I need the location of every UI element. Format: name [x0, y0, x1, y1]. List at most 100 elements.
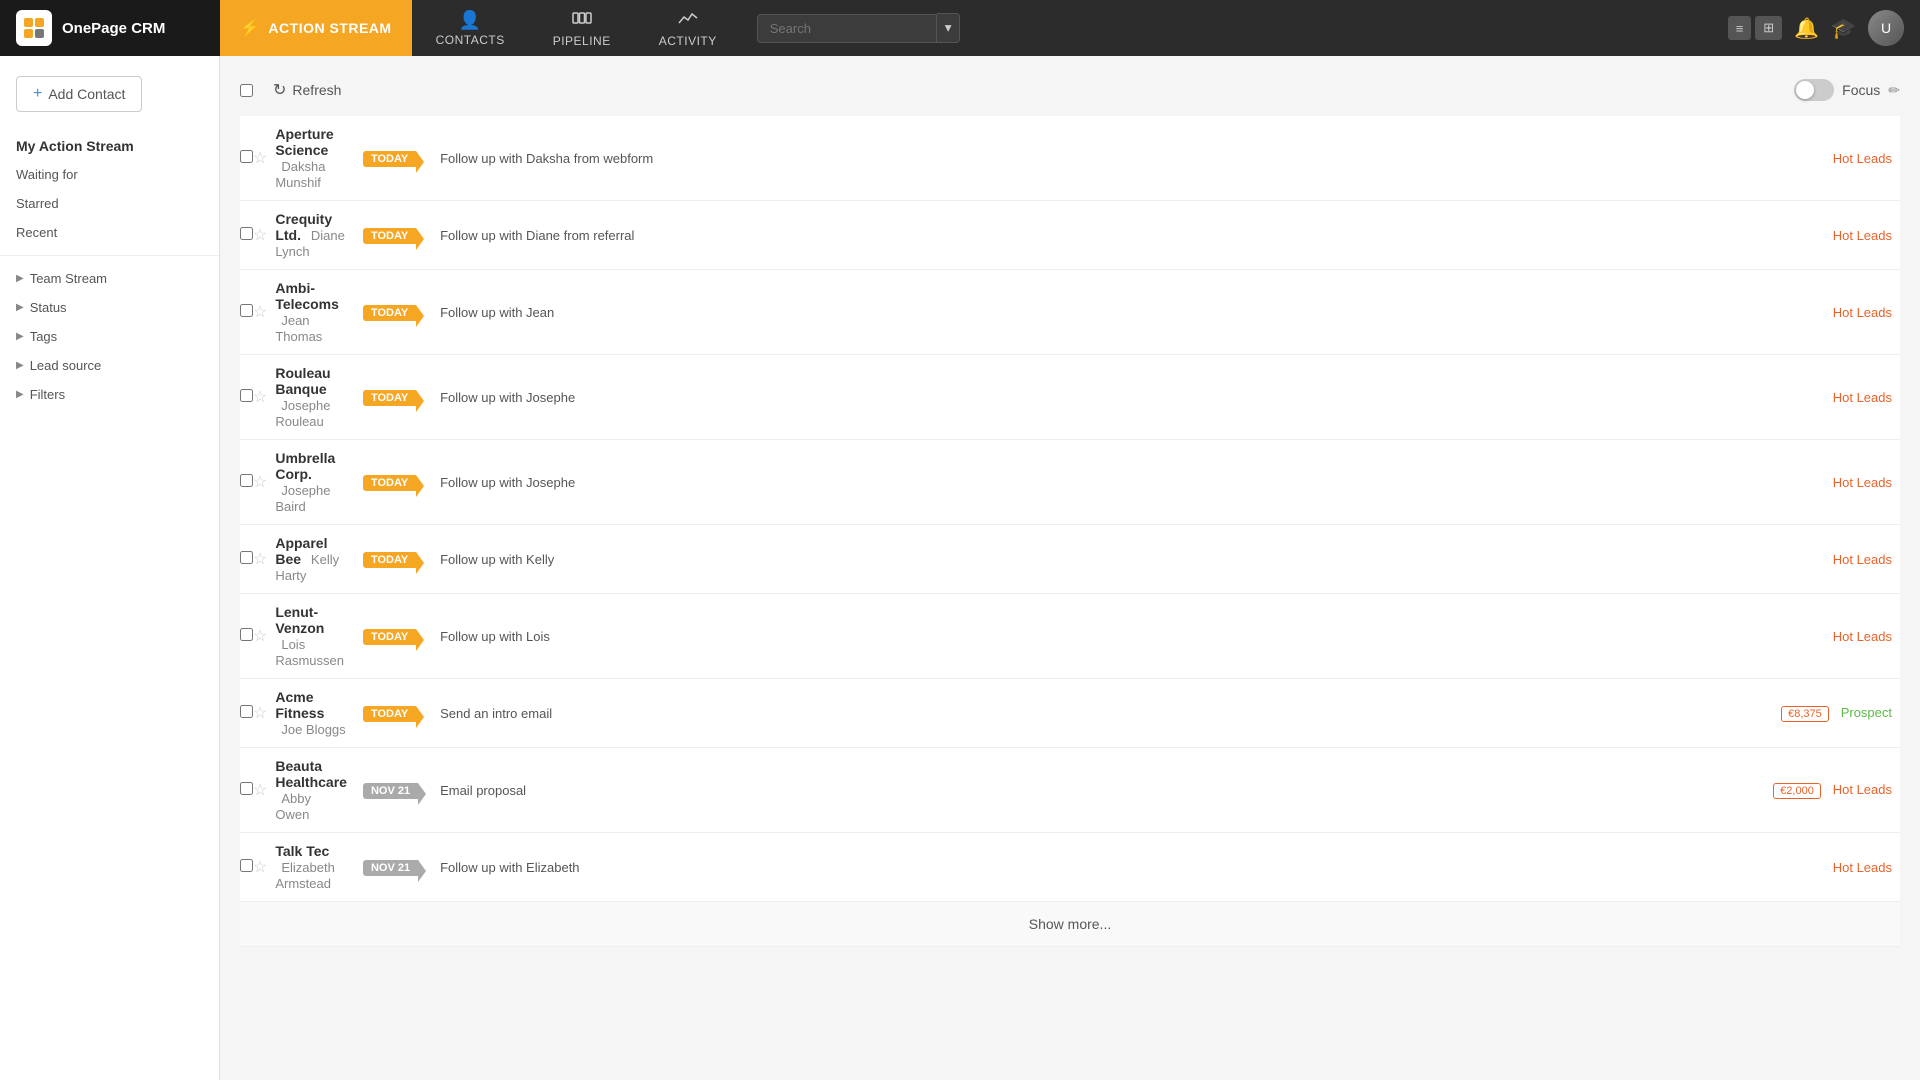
tab-contacts-label: CONTACTS [436, 33, 505, 47]
badge-cell: TODAY [355, 679, 432, 748]
sidebar-item-lead-source[interactable]: ▶ Lead source [0, 351, 219, 380]
tab-pipeline-label: PIPELINE [553, 34, 611, 48]
table-row: ☆ Beauta Healthcare Abby Owen NOV 21 Ema… [240, 748, 1900, 833]
team-stream-arrow-icon: ▶ [16, 273, 24, 284]
action-text: Follow up with Elizabeth [440, 860, 579, 875]
tag-label[interactable]: Hot Leads [1833, 860, 1892, 875]
tag-label[interactable]: Hot Leads [1833, 228, 1892, 243]
tag-cell: Hot Leads [1765, 833, 1900, 902]
row-checkbox[interactable] [240, 150, 253, 163]
logo-area: OnePage CRM [0, 0, 220, 56]
grid-view-button[interactable]: ⊞ [1755, 16, 1782, 40]
starred-label: Starred [16, 196, 59, 211]
contact-info-cell: Acme Fitness Joe Bloggs [267, 679, 355, 748]
refresh-button[interactable]: ↻ Refresh [265, 76, 349, 104]
search-dropdown-button[interactable]: ▾ [937, 13, 961, 43]
contact-info-cell: Talk Tec Elizabeth Armstead [267, 833, 355, 902]
edit-icon[interactable]: ✏ [1888, 82, 1900, 99]
contact-company[interactable]: Talk Tec [275, 843, 329, 859]
select-all-checkbox[interactable] [240, 84, 253, 97]
star-cell[interactable]: ☆ [253, 679, 267, 748]
avatar[interactable]: U [1868, 10, 1904, 46]
sidebar-item-team-stream[interactable]: ▶ Team Stream [0, 264, 219, 293]
contact-company[interactable]: Umbrella Corp. [275, 450, 335, 482]
row-checkbox[interactable] [240, 782, 253, 795]
main-layout: + Add Contact My Action Stream Waiting f… [0, 56, 1920, 1080]
contact-info-cell: Ambi-Telecoms Jean Thomas [267, 270, 355, 355]
contact-company[interactable]: Rouleau Banque [275, 365, 330, 397]
search-input[interactable] [757, 14, 937, 43]
tag-label[interactable]: Hot Leads [1833, 475, 1892, 490]
tag-label[interactable]: Hot Leads [1833, 629, 1892, 644]
row-checkbox[interactable] [240, 705, 253, 718]
waiting-for-label: Waiting for [16, 167, 78, 182]
deal-badge: €8,375 [1781, 706, 1829, 722]
tag-label[interactable]: Hot Leads [1833, 151, 1892, 166]
refresh-icon: ↻ [273, 80, 286, 100]
tag-label[interactable]: Prospect [1841, 705, 1892, 720]
tag-label[interactable]: Hot Leads [1833, 305, 1892, 320]
pipeline-icon [572, 9, 592, 32]
contacts-table: ☆ Aperture Science Daksha Munshif TODAY … [240, 116, 1900, 947]
date-badge: TODAY [363, 552, 416, 568]
star-cell[interactable]: ☆ [253, 833, 267, 902]
tab-contacts[interactable]: 👤 CONTACTS [412, 0, 529, 56]
focus-label: Focus [1842, 82, 1880, 98]
sidebar-item-tags[interactable]: ▶ Tags [0, 322, 219, 351]
star-cell[interactable]: ☆ [253, 355, 267, 440]
badge-cell: NOV 21 [355, 833, 432, 902]
star-cell[interactable]: ☆ [253, 748, 267, 833]
toolbar: ↻ Refresh Focus ✏ [240, 76, 1900, 104]
row-checkbox[interactable] [240, 859, 253, 872]
focus-toggle[interactable] [1794, 79, 1834, 101]
search-area: ▾ [757, 13, 961, 43]
row-checkbox[interactable] [240, 474, 253, 487]
focus-area: Focus ✏ [1794, 79, 1900, 101]
sidebar-item-filters[interactable]: ▶ Filters [0, 380, 219, 409]
tag-cell: €2,000 Hot Leads [1765, 748, 1900, 833]
show-more-row[interactable]: Show more... [240, 902, 1900, 947]
action-cell: Follow up with Diane from referral [432, 201, 1765, 270]
row-checkbox[interactable] [240, 227, 253, 240]
table-row: ☆ Umbrella Corp. Josephe Baird TODAY Fol… [240, 440, 1900, 525]
list-view-button[interactable]: ≡ [1728, 16, 1752, 40]
contact-person: Joe Bloggs [281, 722, 345, 737]
main-content: ↻ Refresh Focus ✏ ☆ Aperture Science Dak… [220, 56, 1920, 1080]
sidebar-item-recent[interactable]: Recent [0, 218, 219, 247]
star-cell[interactable]: ☆ [253, 525, 267, 594]
table-row: ☆ Acme Fitness Joe Bloggs TODAY Send an … [240, 679, 1900, 748]
add-contact-button[interactable]: + Add Contact [16, 76, 142, 112]
show-more-button[interactable]: Show more... [240, 902, 1900, 947]
tag-label[interactable]: Hot Leads [1833, 782, 1892, 797]
action-text: Follow up with Daksha from webform [440, 151, 653, 166]
tab-pipeline[interactable]: PIPELINE [529, 0, 635, 56]
sidebar-item-waiting-for[interactable]: Waiting for [0, 160, 219, 189]
row-checkbox[interactable] [240, 304, 253, 317]
contact-company[interactable]: Acme Fitness [275, 689, 324, 721]
tab-activity[interactable]: ACTIVITY [635, 0, 741, 56]
action-stream-tab[interactable]: ⚡ ACTION STREAM [220, 0, 412, 56]
contact-company[interactable]: Beauta Healthcare [275, 758, 347, 790]
contact-company[interactable]: Lenut-Venzon [275, 604, 324, 636]
action-cell: Follow up with Kelly [432, 525, 1765, 594]
tag-label[interactable]: Hot Leads [1833, 552, 1892, 567]
add-contact-label: Add Contact [48, 86, 125, 102]
star-cell[interactable]: ☆ [253, 270, 267, 355]
activity-icon [678, 9, 698, 32]
row-checkbox[interactable] [240, 628, 253, 641]
contact-person: Josephe Rouleau [275, 398, 330, 429]
sidebar-item-starred[interactable]: Starred [0, 189, 219, 218]
graduation-button[interactable]: 🎓 [1831, 16, 1856, 41]
star-cell[interactable]: ☆ [253, 201, 267, 270]
row-checkbox[interactable] [240, 389, 253, 402]
tag-label[interactable]: Hot Leads [1833, 390, 1892, 405]
sidebar-item-status[interactable]: ▶ Status [0, 293, 219, 322]
contact-company[interactable]: Aperture Science [275, 126, 333, 158]
star-cell[interactable]: ☆ [253, 116, 267, 201]
tag-cell: Hot Leads [1765, 525, 1900, 594]
contact-company[interactable]: Ambi-Telecoms [275, 280, 339, 312]
notifications-button[interactable]: 🔔 [1794, 16, 1819, 41]
star-cell[interactable]: ☆ [253, 594, 267, 679]
row-checkbox[interactable] [240, 551, 253, 564]
star-cell[interactable]: ☆ [253, 440, 267, 525]
